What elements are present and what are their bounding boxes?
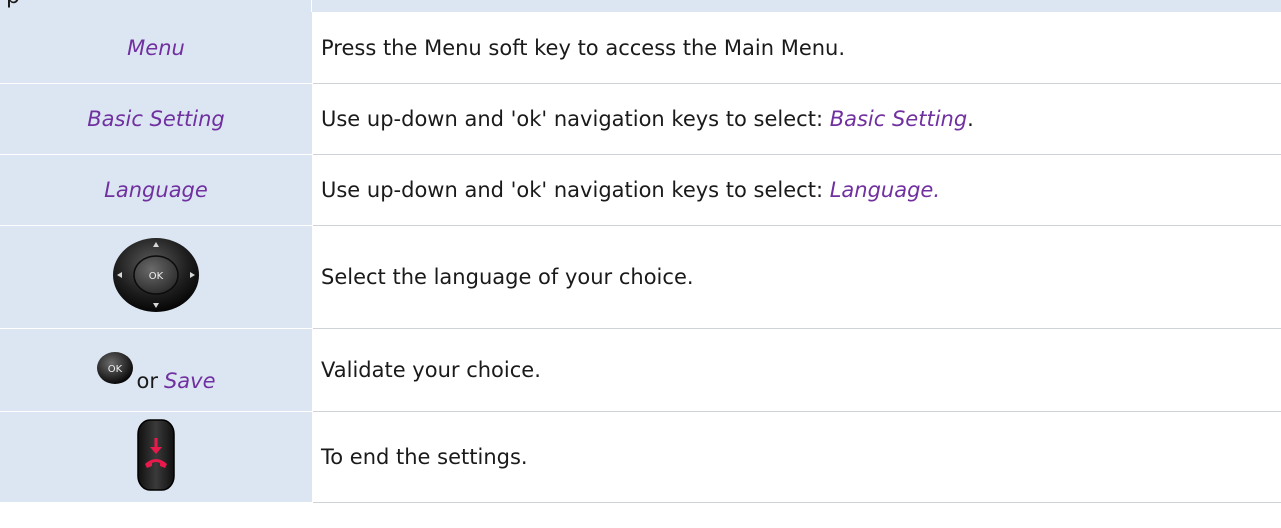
nav-ok-text: OK [149, 271, 164, 282]
description-cell: Press the Menu soft key to access the Ma… [312, 12, 1281, 84]
key-cell: Language [0, 154, 313, 226]
table-row: OK or Save Validate your choice. [0, 328, 1281, 412]
or-text: or [136, 369, 158, 393]
description-cell: Use up-down and 'ok' navigation keys to … [312, 83, 1281, 155]
step-description-emphasis: Basic Setting [829, 107, 968, 131]
header-fragment-text: p [6, 0, 20, 8]
step-description-prefix: Use up-down and 'ok' navigation keys to … [321, 178, 830, 202]
key-cell: OK [0, 225, 313, 329]
description-cell: Use up-down and 'ok' navigation keys to … [312, 154, 1281, 226]
table-row: Language Use up-down and 'ok' navigation… [0, 154, 1281, 226]
ok-button-text: OK [108, 364, 123, 375]
ok-button-icon: OK [96, 351, 134, 389]
end-call-key-icon [136, 418, 176, 496]
basic-setting-key-label: Basic Setting [87, 107, 225, 131]
table-row: OK Select the language of your choice. [0, 225, 1281, 329]
steps-table: Menu Press the Menu soft key to access t… [0, 12, 1281, 503]
step-description-emphasis: Language. [829, 178, 941, 202]
table-row: To end the settings. [0, 411, 1281, 503]
navigation-pad-icon: OK [110, 236, 202, 318]
step-description-suffix: . [967, 107, 974, 131]
save-key-label: Save [163, 369, 216, 393]
table-row: Basic Setting Use up-down and 'ok' navig… [0, 83, 1281, 155]
key-cell: OK or Save [0, 328, 313, 412]
step-description-prefix: Use up-down and 'ok' navigation keys to … [321, 107, 830, 131]
step-description: Press the Menu soft key to access the Ma… [321, 35, 846, 60]
step-description: Select the language of your choice. [321, 265, 694, 289]
table-row: Menu Press the Menu soft key to access t… [0, 12, 1281, 84]
menu-key-label: Menu [127, 35, 185, 60]
description-cell: To end the settings. [312, 411, 1281, 503]
key-cell: Menu [0, 12, 313, 84]
language-key-label: Language [104, 178, 208, 202]
description-cell: Select the language of your choice. [312, 225, 1281, 329]
step-description: To end the settings. [321, 445, 528, 469]
description-cell: Validate your choice. [312, 328, 1281, 412]
key-cell: Basic Setting [0, 83, 313, 155]
ok-or-save-key: OK or Save [96, 351, 216, 393]
header-separator [311, 0, 312, 12]
step-description: Validate your choice. [321, 358, 541, 382]
key-cell [0, 411, 313, 503]
